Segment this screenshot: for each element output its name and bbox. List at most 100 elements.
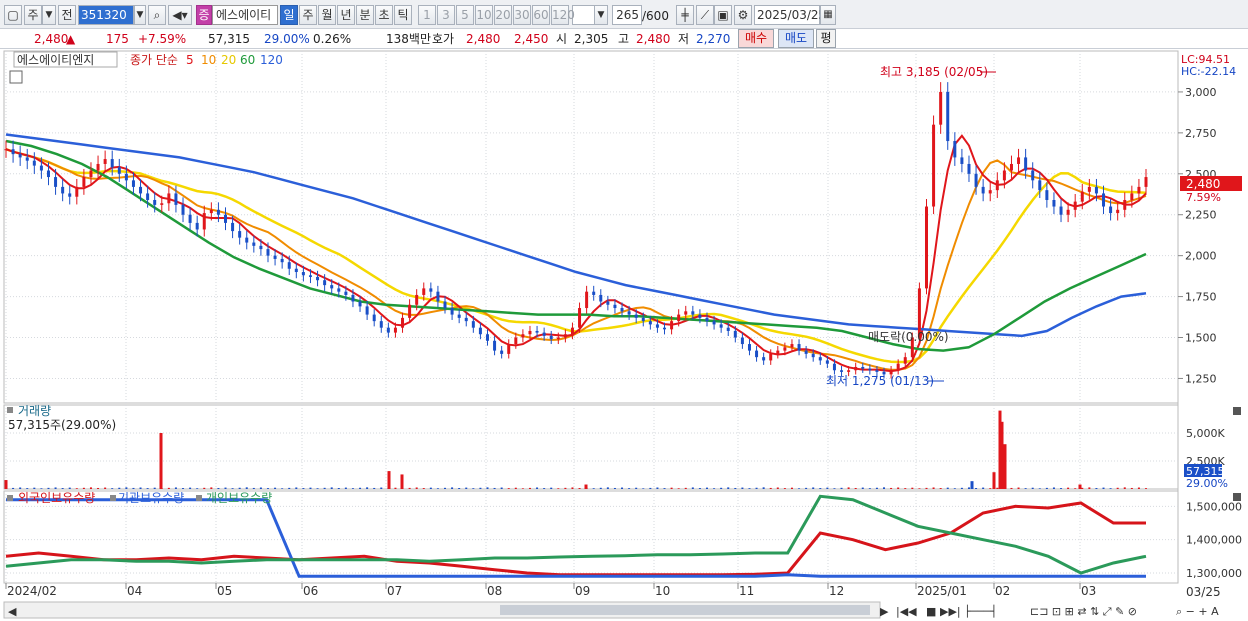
volume-bar: [861, 487, 864, 489]
price-tick-label: 2,750: [1185, 127, 1217, 140]
price-change: 175: [106, 32, 129, 46]
stock-code-input[interactable]: 351320: [78, 5, 134, 25]
volume-bar: [451, 487, 454, 489]
volume-bar: [1088, 487, 1091, 489]
candle-body: [995, 180, 999, 191]
candle-body: [358, 301, 362, 307]
x-tick-label: 02: [995, 584, 1010, 598]
x-tick-label: 12: [829, 584, 844, 598]
period-tab-2[interactable]: 월: [318, 5, 336, 25]
period-tab-6[interactable]: 틱: [394, 5, 412, 25]
volume-bar: [444, 487, 447, 489]
candle-body: [301, 272, 305, 276]
interval-button-1[interactable]: 1: [418, 5, 436, 25]
count-input[interactable]: 265: [612, 5, 642, 25]
period-tab-1[interactable]: 주: [299, 5, 317, 25]
stock-chart[interactable]: 1,2501,5001,7502,0002,2502,5002,7503,000…: [0, 49, 1248, 621]
period-tab-4[interactable]: 분: [356, 5, 374, 25]
volume-bar: [911, 487, 914, 489]
scroll-left-icon[interactable]: ◀: [8, 605, 17, 618]
stop-icon[interactable]: ■: [926, 605, 936, 618]
save-icon[interactable]: ▣: [714, 5, 732, 25]
quote-label: 호가: [432, 32, 455, 46]
holdings-close-icon[interactable]: [1233, 493, 1241, 501]
volume-spike: [1078, 484, 1082, 489]
period-tab-3[interactable]: 년: [337, 5, 355, 25]
scrollbar-thumb[interactable]: [500, 605, 870, 615]
volume-bar: [713, 488, 716, 489]
buy-button[interactable]: 매수: [738, 29, 774, 48]
candle-body: [18, 154, 22, 158]
interval-button-3[interactable]: 3: [437, 5, 455, 25]
interval-button-10[interactable]: 10: [475, 5, 493, 25]
volume-bar: [621, 487, 624, 489]
high-label: 고: [618, 32, 630, 46]
code-dropdown-icon[interactable]: ▼: [134, 5, 146, 25]
candle-body: [1123, 199, 1127, 210]
candle-body: [825, 360, 829, 364]
candle-body: [294, 268, 298, 273]
volume-bar: [316, 488, 319, 489]
volume-bar: [189, 487, 192, 489]
interval-button-5[interactable]: 5: [456, 5, 474, 25]
volume-spike: [1000, 421, 1004, 489]
candle-body: [25, 157, 29, 161]
volume-bar: [295, 487, 298, 489]
ma10-label: 10: [201, 53, 216, 67]
sell-button[interactable]: 매도: [778, 29, 814, 48]
speaker-icon[interactable]: ◀▾: [168, 5, 192, 25]
interval-button-30[interactable]: 30: [513, 5, 531, 25]
zoom-icons[interactable]: ⌕ − + A: [1176, 605, 1219, 618]
date-input[interactable]: 2025/03/25: [754, 5, 826, 25]
table-icon[interactable]: [9, 70, 23, 84]
market-select[interactable]: 주: [24, 5, 42, 25]
candle-body: [804, 350, 808, 354]
volume-bar: [897, 487, 900, 489]
volume-close-icon[interactable]: [1233, 407, 1241, 415]
last-page-icon[interactable]: ▶▶|: [940, 605, 961, 618]
prev-button[interactable]: 전: [58, 5, 76, 25]
candle-body: [337, 288, 341, 292]
line-tool-icon[interactable]: ⟋: [696, 5, 714, 25]
volume-bar: [528, 487, 531, 489]
period-tab-5[interactable]: 초: [375, 5, 393, 25]
candle-body: [514, 337, 518, 345]
candle-body: [684, 311, 688, 315]
interval-dropdown-icon[interactable]: ▼: [594, 5, 608, 25]
gear-icon[interactable]: ⚙: [734, 5, 752, 25]
calendar-icon[interactable]: ▦: [820, 5, 836, 25]
candle-type-icon[interactable]: ╪: [676, 5, 694, 25]
candle-body: [1073, 201, 1077, 210]
interval-button-20[interactable]: 20: [494, 5, 512, 25]
period-tab-0[interactable]: 일: [280, 5, 298, 25]
interval-button-60[interactable]: 60: [532, 5, 550, 25]
volume-bar: [932, 487, 935, 489]
first-page-icon[interactable]: |◀◀: [896, 605, 917, 618]
volume-bar: [359, 487, 362, 489]
candle-body: [231, 222, 235, 232]
volume-bar: [167, 487, 170, 489]
candle-body: [797, 344, 801, 351]
price-tick-label: 1,250: [1185, 372, 1217, 385]
candle-body: [436, 291, 440, 302]
candle-body: [861, 366, 865, 369]
candle-body: [613, 304, 617, 309]
x-axis: 2024/02 04 05 06 07 08 09 10 11 12 2025/01 02 03: [5, 583, 1096, 598]
volume-bar: [734, 487, 737, 489]
window-icon[interactable]: ▢: [4, 5, 22, 25]
zoom-bar-icon[interactable]: ├───┤: [964, 604, 997, 618]
volume-bar: [606, 487, 609, 489]
eval-button[interactable]: 평: [816, 29, 836, 48]
market-dropdown-icon[interactable]: ▼: [42, 5, 56, 25]
interval-button-120[interactable]: 120: [551, 5, 575, 25]
candle-body: [273, 255, 277, 259]
volume-bar: [557, 488, 560, 489]
candle-body: [648, 321, 652, 325]
candle-body: [1052, 199, 1056, 207]
search-icon[interactable]: ⌕: [148, 5, 166, 25]
chart-tools-icon[interactable]: ⊏⊐ ⊡ ⊞ ⇄ ⇅ ⤢ ✎ ⊘: [1030, 605, 1137, 618]
volume-bar: [1116, 487, 1119, 489]
volume-bar: [762, 487, 765, 489]
candle-body: [188, 214, 192, 223]
scroll-right-icon[interactable]: ▶: [880, 605, 889, 618]
